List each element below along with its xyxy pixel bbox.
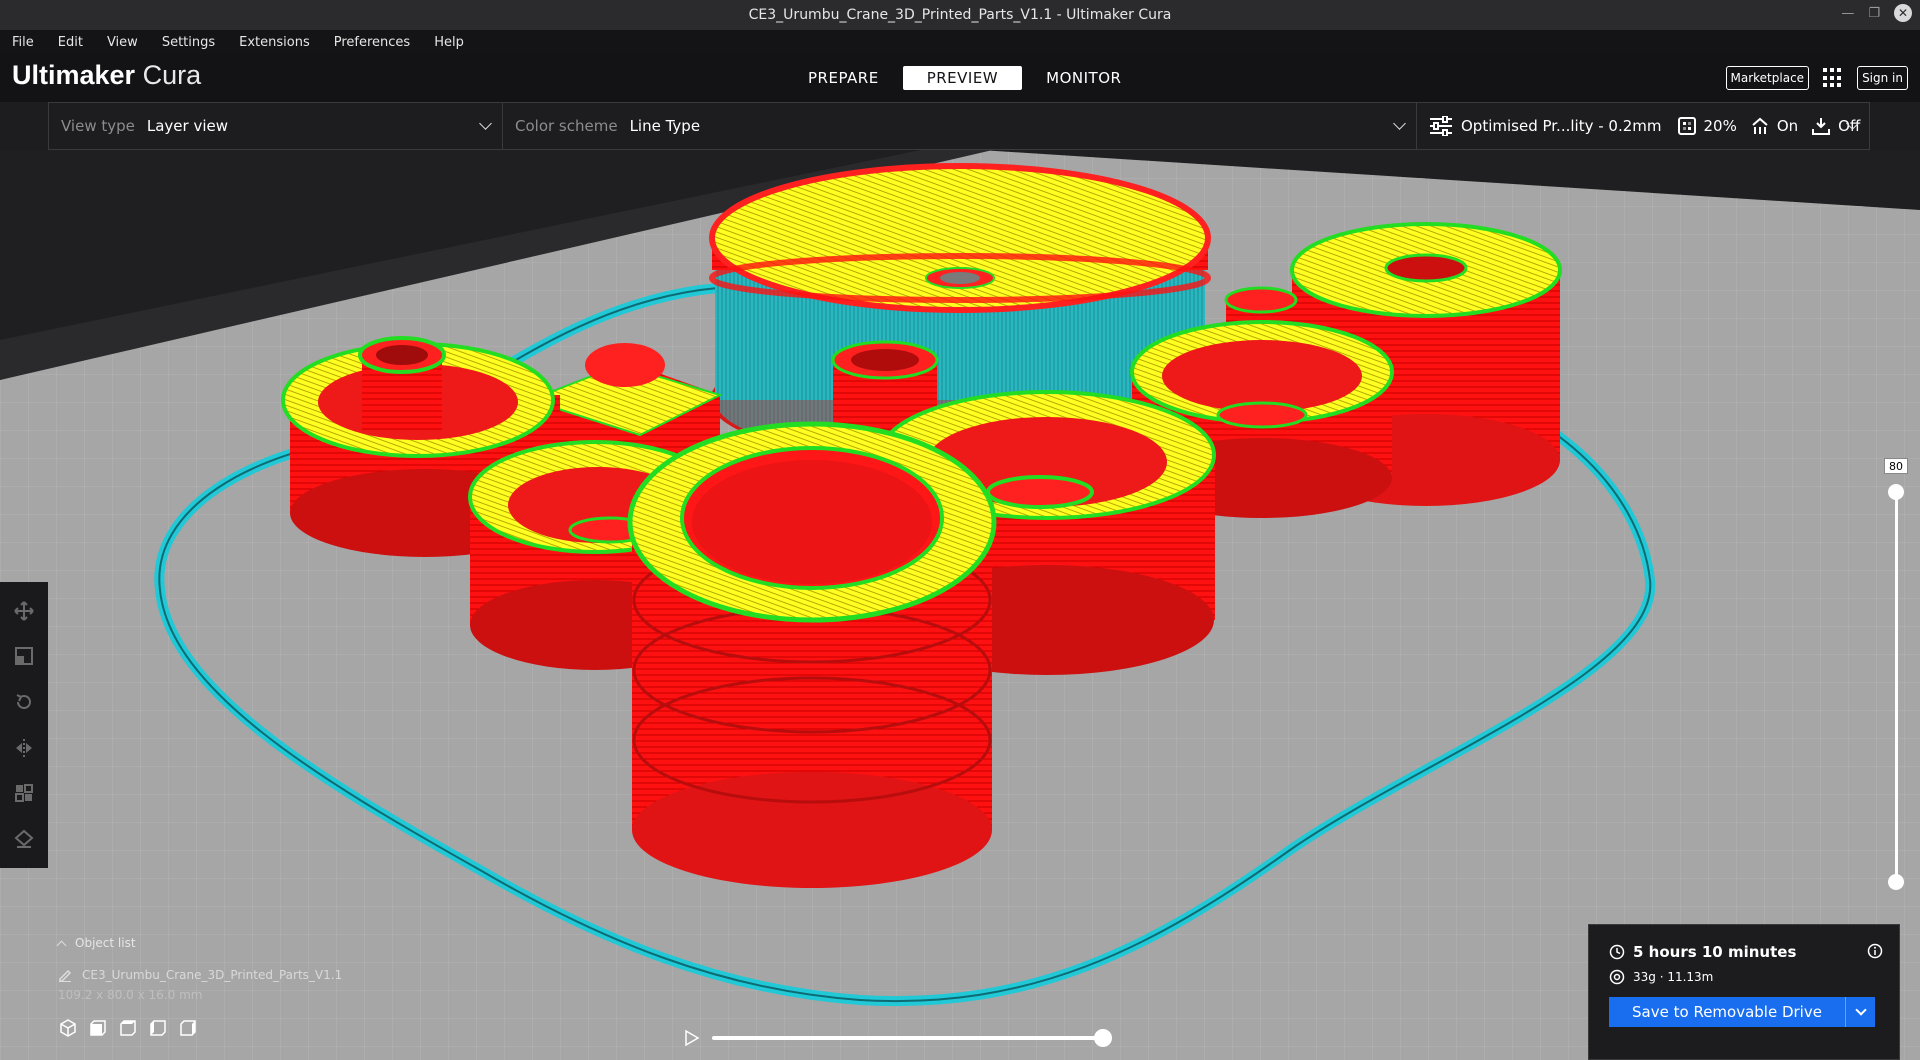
view-type-dropdown[interactable]: View type Layer view bbox=[49, 103, 503, 149]
material-usage: 33g · 11.13m bbox=[1633, 970, 1714, 984]
view-toolbar: View type Layer view Color scheme Line T… bbox=[48, 102, 1870, 150]
layer-slider-top-handle[interactable] bbox=[1888, 484, 1904, 500]
object-list-title: Object list bbox=[75, 936, 136, 950]
move-tool-icon[interactable] bbox=[12, 599, 36, 623]
simulation-slider-handle[interactable] bbox=[1094, 1029, 1112, 1047]
layer-slider[interactable]: 80 bbox=[1880, 458, 1920, 890]
view-left-icon[interactable] bbox=[148, 1018, 168, 1038]
support-blocker-icon[interactable] bbox=[12, 827, 36, 851]
print-time: 5 hours 10 minutes bbox=[1633, 943, 1797, 961]
menu-preferences[interactable]: Preferences bbox=[334, 35, 410, 50]
object-name: CE3_Urumbu_Crane_3D_Printed_Parts_V1.1 bbox=[82, 968, 343, 982]
menu-view[interactable]: View bbox=[107, 35, 138, 50]
window-title: CE3_Urumbu_Crane_3D_Printed_Parts_V1.1 -… bbox=[748, 7, 1172, 23]
object-list-toggle[interactable]: Object list bbox=[56, 936, 378, 950]
color-scheme-dropdown[interactable]: Color scheme Line Type bbox=[503, 103, 1417, 149]
tab-prepare[interactable]: PREPARE bbox=[784, 66, 903, 90]
spool-icon bbox=[1609, 969, 1625, 985]
save-options-dropdown[interactable] bbox=[1845, 997, 1875, 1027]
layer-slider-track[interactable] bbox=[1895, 492, 1898, 882]
logo-product: Cura bbox=[142, 60, 202, 90]
print-settings-dropdown[interactable]: Optimised Pr...lity - 0.2mm 20% On Off bbox=[1417, 103, 1869, 149]
view-type-label: View type bbox=[61, 117, 135, 135]
tool-panel bbox=[0, 582, 48, 868]
menu-help[interactable]: Help bbox=[434, 35, 464, 50]
minimize-icon[interactable]: — bbox=[1841, 6, 1854, 21]
print-summary-panel: 5 hours 10 minutes 33g · 11.13m Save to … bbox=[1588, 924, 1900, 1060]
chevron-down-icon bbox=[1854, 1004, 1867, 1016]
scale-tool-icon[interactable] bbox=[12, 644, 36, 668]
stage-tabs: PREPARE PREVIEW MONITOR bbox=[784, 66, 1145, 90]
clock-icon bbox=[1609, 944, 1625, 960]
object-list-panel: Object list CE3_Urumbu_Crane_3D_Printed_… bbox=[56, 936, 378, 1038]
close-icon[interactable]: ✕ bbox=[1894, 4, 1912, 22]
menu-file[interactable]: File bbox=[12, 35, 34, 50]
play-icon[interactable] bbox=[684, 1029, 700, 1047]
layer-number[interactable]: 80 bbox=[1884, 458, 1908, 474]
per-model-settings-icon[interactable] bbox=[12, 781, 36, 805]
mirror-tool-icon[interactable] bbox=[12, 736, 36, 760]
app-logo: Ultimaker Cura bbox=[12, 60, 201, 91]
chevron-up-icon bbox=[56, 940, 67, 950]
rotate-tool-icon[interactable] bbox=[12, 690, 36, 714]
window-controls: — ❐ ✕ bbox=[1841, 4, 1912, 22]
view-3d-icon[interactable] bbox=[58, 1018, 78, 1038]
logo-brand: Ultimaker bbox=[12, 60, 136, 90]
app-header: Ultimaker Cura PREPARE PREVIEW MONITOR M… bbox=[0, 54, 1920, 102]
object-dimensions: 109.2 x 80.0 x 16.0 mm bbox=[58, 988, 203, 1002]
color-scheme-label: Color scheme bbox=[515, 117, 618, 135]
adhesion-icon bbox=[1812, 118, 1831, 135]
info-icon[interactable] bbox=[1867, 943, 1883, 963]
camera-view-buttons bbox=[58, 1018, 378, 1038]
menu-settings[interactable]: Settings bbox=[162, 35, 215, 50]
menu-extensions[interactable]: Extensions bbox=[239, 35, 310, 50]
object-name-row[interactable]: CE3_Urumbu_Crane_3D_Printed_Parts_V1.1 bbox=[58, 968, 378, 982]
infill-value: 20% bbox=[1703, 117, 1737, 135]
view-front-icon[interactable] bbox=[88, 1018, 108, 1038]
tab-preview[interactable]: PREVIEW bbox=[902, 66, 1023, 90]
view-top-icon[interactable] bbox=[118, 1018, 138, 1038]
tab-monitor[interactable]: MONITOR bbox=[1022, 66, 1145, 90]
menu-bar: File Edit View Settings Extensions Prefe… bbox=[0, 30, 1920, 54]
save-to-removable-drive-button[interactable]: Save to Removable Drive bbox=[1609, 997, 1875, 1027]
sign-in-button[interactable]: Sign in bbox=[1857, 66, 1908, 90]
view-right-icon[interactable] bbox=[178, 1018, 198, 1038]
apps-grid-icon[interactable] bbox=[1823, 68, 1843, 88]
chevron-down-icon bbox=[479, 117, 492, 130]
header-actions: Marketplace Sign in bbox=[1725, 66, 1908, 90]
maximize-icon[interactable]: ❐ bbox=[1868, 6, 1880, 21]
menu-edit[interactable]: Edit bbox=[58, 35, 83, 50]
simulation-controls bbox=[684, 1028, 1114, 1048]
infill-icon bbox=[1677, 117, 1696, 135]
view-type-value: Layer view bbox=[146, 117, 229, 135]
settings-sliders-icon bbox=[1430, 116, 1452, 136]
support-icon bbox=[1752, 117, 1768, 134]
material-usage-row: 33g · 11.13m bbox=[1609, 969, 1713, 985]
marketplace-button[interactable]: Marketplace bbox=[1725, 66, 1810, 90]
window-titlebar: CE3_Urumbu_Crane_3D_Printed_Parts_V1.1 -… bbox=[0, 0, 1920, 30]
color-scheme-value: Line Type bbox=[629, 117, 701, 135]
save-button-label: Save to Removable Drive bbox=[1632, 1003, 1822, 1021]
chevron-down-icon bbox=[1393, 117, 1406, 130]
simulation-slider-track[interactable] bbox=[712, 1036, 1102, 1040]
support-value: On bbox=[1776, 117, 1799, 135]
edit-pencil-icon bbox=[59, 969, 72, 982]
profile-name: Optimised Pr...lity - 0.2mm bbox=[1461, 117, 1662, 135]
layer-slider-bottom-handle[interactable] bbox=[1888, 874, 1904, 890]
print-time-row: 5 hours 10 minutes bbox=[1609, 943, 1796, 961]
